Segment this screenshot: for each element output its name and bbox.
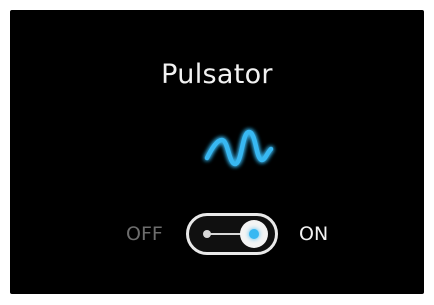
- pulsator-panel: Pulsator OFF ON: [10, 10, 424, 294]
- power-toggle-row: OFF ON: [10, 212, 424, 256]
- on-label: ON: [299, 223, 329, 245]
- pulse-wave-icon: [204, 129, 274, 167]
- power-toggle-switch[interactable]: [186, 213, 278, 255]
- switch-knob[interactable]: [240, 220, 268, 248]
- panel-title: Pulsator: [161, 59, 273, 90]
- off-label: OFF: [126, 223, 163, 245]
- switch-knob-indicator-icon: [249, 229, 259, 239]
- switch-track: [208, 233, 244, 235]
